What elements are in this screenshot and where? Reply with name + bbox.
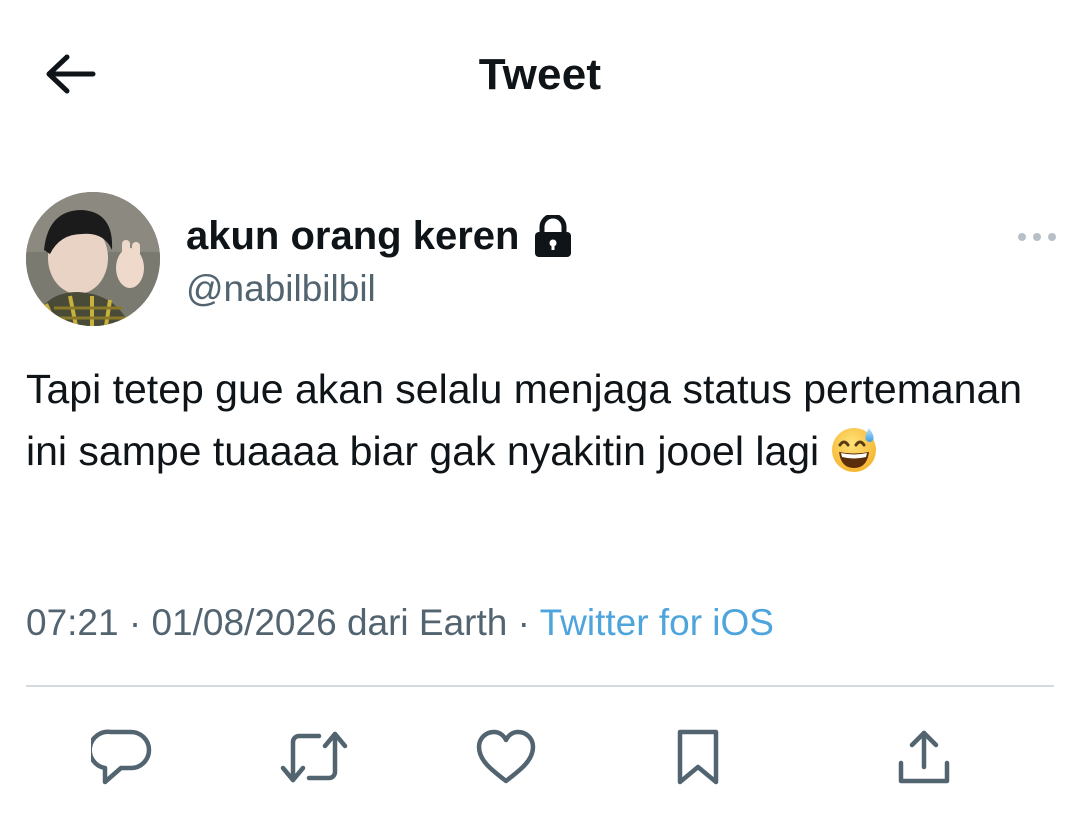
avatar-image — [26, 192, 160, 326]
display-name[interactable]: akun orang keren — [186, 214, 519, 259]
bookmark-button[interactable] — [663, 722, 733, 792]
meta-separator-2: · — [517, 602, 530, 643]
tweet-location: dari Earth — [346, 602, 508, 643]
tweet-text: Tapi tetep gue akan selalu menjaga statu… — [26, 358, 1046, 491]
like-button[interactable] — [471, 722, 541, 792]
reply-icon — [91, 729, 152, 785]
tweet-meta: 07:21 · 01/08/2026 dari Earth · Twitter … — [26, 602, 774, 644]
bookmark-icon — [677, 729, 719, 785]
reply-button[interactable] — [87, 722, 157, 792]
tweet-time: 07:21 — [26, 602, 119, 643]
more-options-button[interactable] — [1012, 222, 1062, 252]
heart-icon — [476, 729, 536, 784]
tweet-date: 01/08/2026 — [151, 602, 337, 643]
more-horizontal-icon — [1018, 233, 1056, 241]
page-title: Tweet — [478, 50, 602, 99]
grinning-face-with-sweat-emoji — [829, 424, 879, 491]
lock-icon — [533, 215, 573, 257]
share-icon — [898, 730, 950, 784]
retweet-button[interactable] — [279, 722, 349, 792]
author-handle[interactable]: @nabilbilbil — [186, 268, 376, 310]
tweet-source-link[interactable]: Twitter for iOS — [540, 602, 774, 643]
top-bar: Tweet — [0, 0, 1080, 150]
avatar[interactable] — [26, 192, 160, 326]
divider — [26, 685, 1054, 687]
share-button[interactable] — [889, 722, 959, 792]
author-row: akun orang keren — [186, 208, 573, 264]
action-bar — [0, 722, 1080, 792]
retweet-icon — [280, 731, 348, 783]
meta-separator: · — [128, 602, 142, 643]
